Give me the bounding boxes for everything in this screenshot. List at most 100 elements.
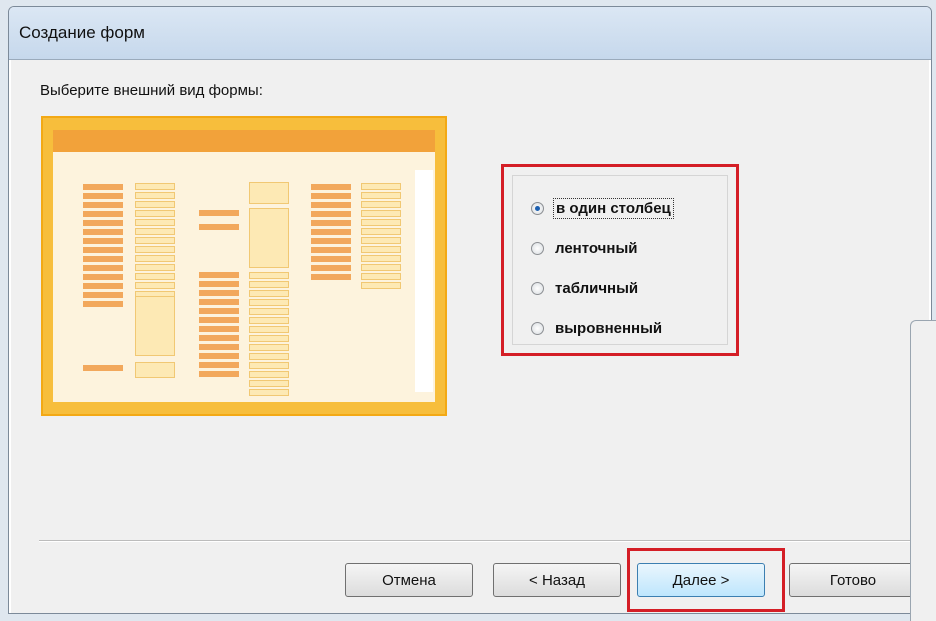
preview-field-block [361,282,401,289]
preview-field-block [135,192,175,199]
preview-label-block [83,184,123,190]
radio-label: табличный [555,279,639,297]
cancel-button[interactable]: Отмена [345,563,473,597]
preview-field-block [361,201,401,208]
preview-label-block [199,353,239,359]
preview-field-block [361,192,401,199]
radio-button-checked-icon[interactable] [531,201,544,215]
preview-field-block [361,219,401,226]
preview-label-block [199,281,239,287]
radio-option-datasheet[interactable]: табличный [531,276,640,300]
preview-label-block [311,193,351,199]
preview-label-block [83,229,123,235]
title-bar[interactable]: Создание форм [9,7,931,60]
preview-label-block [199,344,239,350]
preview-label-block [83,220,123,226]
radio-label: в один столбец [553,197,674,219]
preview-label-block [199,371,239,377]
preview-label-block [83,283,123,289]
preview-field-block [249,317,289,324]
radio-button-icon[interactable] [531,321,544,335]
preview-field-block [249,290,289,297]
preview-field-block [361,210,401,217]
finish-button[interactable]: Готово [789,563,917,597]
radio-option-columnar[interactable]: в один столбец [531,196,674,220]
preview-label-block [83,256,123,262]
radio-label: выровненный [555,319,663,337]
preview-label-block [311,256,351,262]
radio-option-tabular[interactable]: ленточный [531,236,639,260]
preview-field-block [249,371,289,378]
preview-field-block [135,255,175,262]
preview-field-block [135,228,175,235]
preview-field-block [249,389,289,396]
preview-label-block [83,211,123,217]
preview-label-block [199,210,239,216]
window-title: Создание форм [19,23,145,42]
preview-field-block [249,335,289,342]
preview-field-block [135,201,175,208]
preview-label-block [83,238,123,244]
preview-field-block [249,344,289,351]
preview-label-block [199,308,239,314]
preview-field-block [135,237,175,244]
preview-label-block [311,265,351,271]
preview-label-block [83,301,123,307]
background-window-edge [910,320,936,621]
preview-field-block [249,299,289,306]
preview-label-block [199,335,239,341]
preview-field-block [249,272,289,279]
button-separator [39,540,929,542]
preview-memo-block [249,182,289,204]
preview-memo-block [249,208,289,268]
preview-field-block [249,281,289,288]
preview-label-block [311,220,351,226]
preview-field-block [361,183,401,190]
layout-preview-image [41,116,447,416]
preview-label-block [83,247,123,253]
preview-field-block [361,237,401,244]
preview-field-block [249,353,289,360]
form-wizard-dialog: Создание форм Выберите внешний вид формы… [8,6,932,614]
preview-label-block [311,202,351,208]
back-button[interactable]: < Назад [493,563,621,597]
preview-field-block [361,228,401,235]
next-button-highlight [627,548,785,612]
preview-label-block [311,229,351,235]
radio-button-icon[interactable] [531,241,544,255]
preview-label-block [199,290,239,296]
preview-memo-block [135,296,175,356]
preview-label-block [311,247,351,253]
radio-option-justified[interactable]: выровненный [531,316,664,340]
preview-label-block [83,292,123,298]
preview-field-block [361,273,401,280]
preview-label-block [83,202,123,208]
preview-field-block [135,246,175,253]
preview-field-block [249,308,289,315]
preview-field-block [135,219,175,226]
layout-prompt: Выберите внешний вид формы: [40,82,263,99]
preview-field-block [249,380,289,387]
preview-field-block [135,273,175,280]
preview-field-block [361,246,401,253]
radio-button-icon[interactable] [531,281,544,295]
preview-label-block [199,299,239,305]
preview-field-block [361,255,401,262]
preview-label-block [199,272,239,278]
preview-header-bar [53,130,435,152]
preview-field-block [135,362,175,378]
preview-label-block [83,265,123,271]
preview-label-block [83,274,123,280]
preview-label-block [199,317,239,323]
preview-label-block [311,211,351,217]
preview-field-block [135,210,175,217]
preview-field-block [135,264,175,271]
preview-label-block [83,193,123,199]
preview-field-block [249,362,289,369]
preview-label-block [311,184,351,190]
layout-options-group: в один столбец ленточный табличный выров… [512,175,728,345]
preview-field-block [249,326,289,333]
preview-canvas [53,130,435,402]
preview-label-block [199,362,239,368]
preview-label-block [199,224,239,230]
